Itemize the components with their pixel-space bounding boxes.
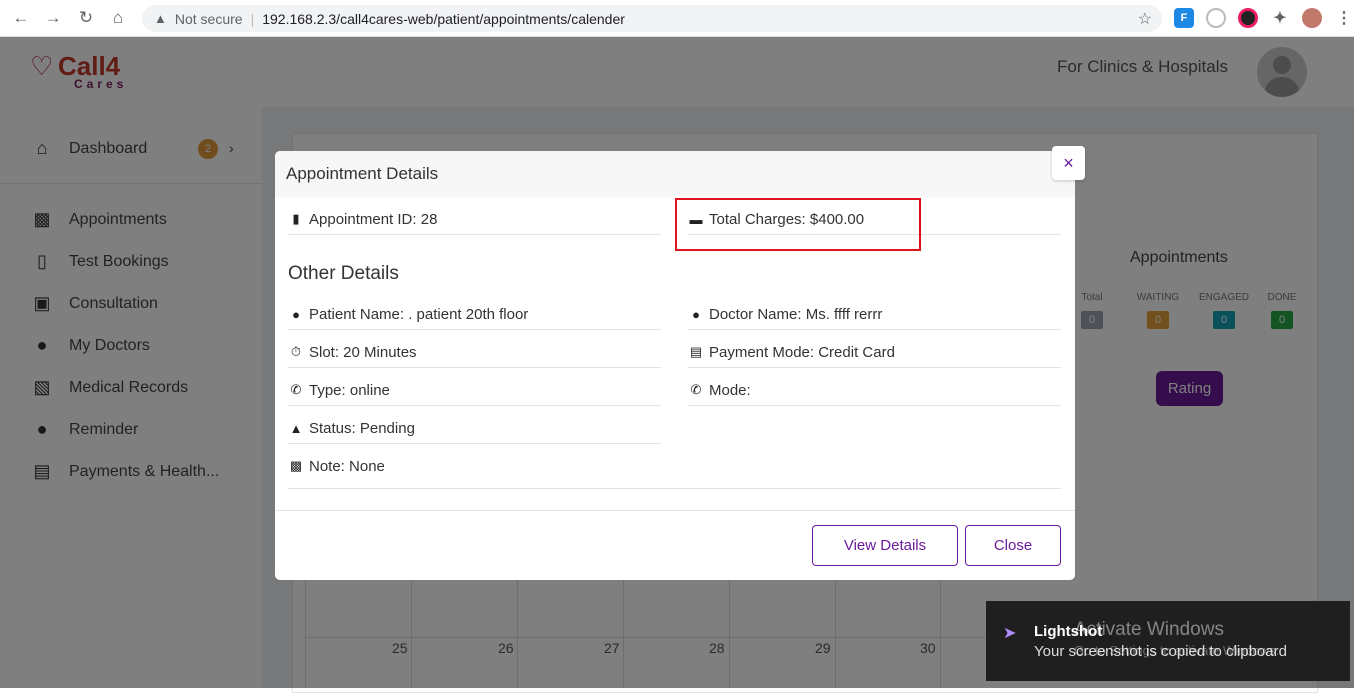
- mode-text: Mode:: [709, 381, 751, 399]
- stopwatch-icon: ⏱: [290, 344, 302, 359]
- note-field: ▩ Note: None: [288, 456, 385, 476]
- id-card-icon: ▮: [292, 211, 300, 226]
- extensions-puzzle-icon[interactable]: ✦: [1270, 8, 1290, 28]
- activate-windows-subtext: Go to Settings to activate Windows.: [1074, 643, 1280, 658]
- extension-f-icon[interactable]: F: [1174, 8, 1194, 28]
- type-text: Type: online: [309, 381, 390, 399]
- separator: |: [250, 10, 255, 27]
- field-underline: [288, 367, 661, 368]
- close-icon[interactable]: ×: [1052, 146, 1085, 180]
- doctor-icon: ●: [692, 306, 700, 322]
- lightshot-toast[interactable]: ➤ Lightshot Your screenshot is copied to…: [986, 601, 1350, 681]
- modal-footer-divider: [275, 510, 1075, 511]
- url-text: 192.168.2.3/call4cares-web/patient/appoi…: [262, 10, 625, 27]
- payment-mode-field: ▤ Payment Mode: Credit Card: [688, 342, 895, 362]
- warning-icon: ▲: [154, 11, 167, 26]
- note-text: Note: None: [309, 457, 385, 475]
- field-underline: [288, 234, 661, 235]
- field-underline: [288, 329, 661, 330]
- payment-mode-text: Payment Mode: Credit Card: [709, 343, 895, 361]
- extension-gray-icon[interactable]: [1206, 8, 1226, 28]
- field-underline: [688, 367, 1061, 368]
- feather-icon: ➤: [1003, 625, 1017, 642]
- modal-title: Appointment Details: [286, 164, 439, 183]
- slot-text: Slot: 20 Minutes: [309, 343, 417, 361]
- field-underline: [288, 405, 661, 406]
- credit-card-icon: ▤: [689, 344, 703, 359]
- doctor-name-field: ● Doctor Name: Ms. ffff rerrr: [688, 304, 882, 324]
- browser-toolbar: ← → ↻ ⌂ ▲ Not secure | 192.168.2.3/call4…: [0, 0, 1354, 37]
- bookmark-star-icon[interactable]: ☆: [1138, 9, 1152, 29]
- slot-field: ⏱ Slot: 20 Minutes: [288, 342, 417, 362]
- user-icon: ●: [292, 306, 300, 322]
- clipboard-icon: ▩: [289, 458, 303, 473]
- patient-name-text: Patient Name: . patient 20th floor: [309, 305, 529, 323]
- highlight-box: [675, 198, 921, 251]
- mode-field: ✆ Mode:: [688, 380, 751, 400]
- address-bar[interactable]: ▲ Not secure | 192.168.2.3/call4cares-we…: [142, 5, 1162, 32]
- phone-icon: ✆: [690, 382, 702, 397]
- view-details-button[interactable]: View Details: [812, 525, 958, 566]
- profile-avatar-icon[interactable]: [1302, 8, 1322, 28]
- other-details-heading: Other Details: [288, 263, 399, 284]
- field-underline: [288, 443, 661, 444]
- phone-signal-icon: ✆: [290, 382, 302, 397]
- forward-arrow-icon[interactable]: →: [42, 7, 64, 29]
- modal-header: Appointment Details: [275, 151, 1075, 197]
- patient-name-field: ● Patient Name: . patient 20th floor: [288, 304, 528, 324]
- activate-windows-watermark: Activate Windows: [1074, 619, 1224, 640]
- close-button[interactable]: Close: [965, 525, 1061, 566]
- back-arrow-icon[interactable]: ←: [10, 7, 32, 29]
- menu-kebab-icon[interactable]: ⋮: [1334, 8, 1354, 28]
- type-field: ✆ Type: online: [288, 380, 390, 400]
- reload-icon[interactable]: ↻: [75, 7, 97, 29]
- doctor-name-text: Doctor Name: Ms. ffff rerrr: [709, 305, 883, 323]
- field-underline: [288, 488, 1061, 489]
- security-label: Not secure: [174, 10, 243, 27]
- stamp-icon: ▲: [289, 420, 303, 436]
- field-underline: [688, 329, 1061, 330]
- field-underline: [688, 405, 1061, 406]
- extension-color-icon[interactable]: [1238, 8, 1258, 28]
- appointment-id-text: Appointment ID: 28: [309, 210, 438, 228]
- appointment-details-modal: Appointment Details ▮ Appointment ID: 28…: [275, 151, 1075, 580]
- status-text: Status: Pending: [309, 419, 415, 437]
- status-field: ▲ Status: Pending: [288, 418, 415, 438]
- home-icon[interactable]: ⌂: [107, 7, 129, 29]
- appointment-id-field: ▮ Appointment ID: 28: [288, 209, 437, 229]
